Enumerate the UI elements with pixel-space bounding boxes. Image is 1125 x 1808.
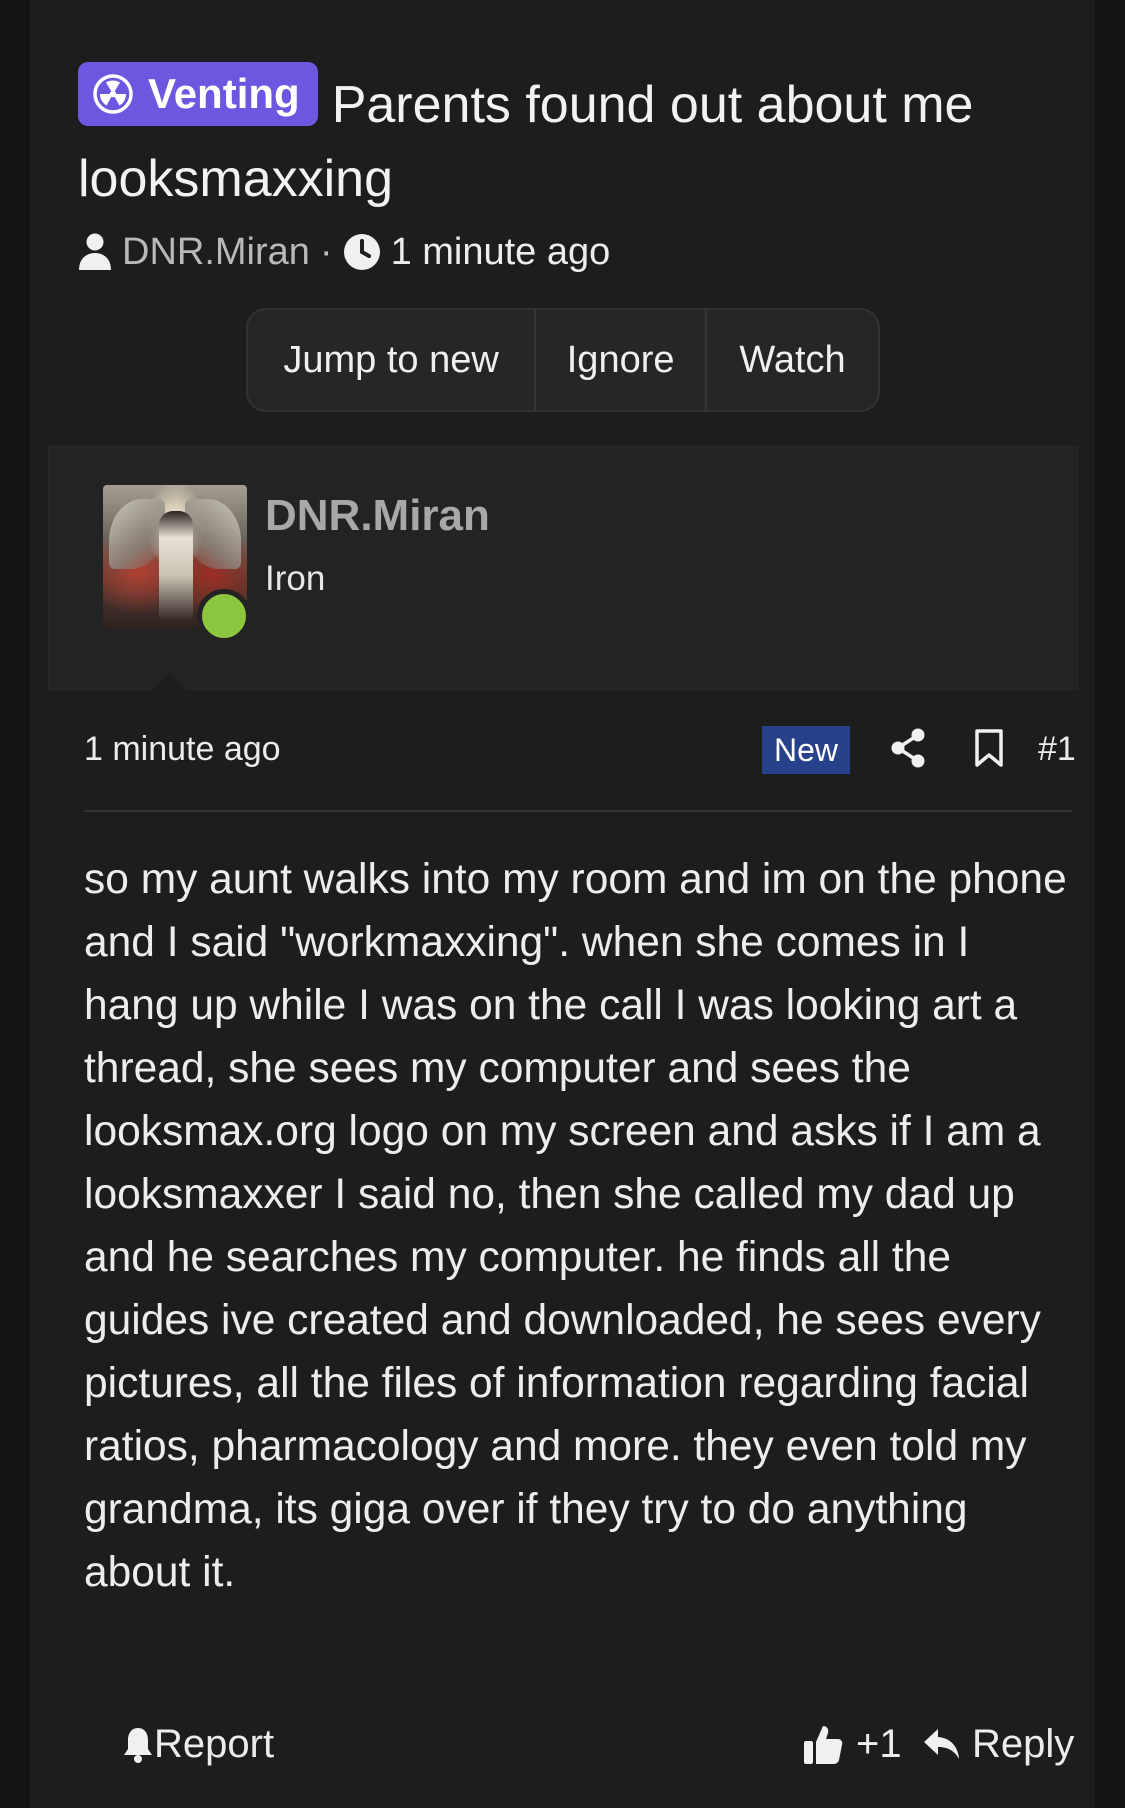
post-footer: Report +1 Reply xyxy=(84,1716,1074,1772)
radiation-icon xyxy=(93,74,133,114)
avatar-art xyxy=(159,511,193,619)
prefix-label: Venting xyxy=(148,70,300,117)
header-pointer xyxy=(141,673,197,701)
bell-icon xyxy=(124,1728,152,1763)
post-time[interactable]: 1 minute ago xyxy=(84,730,281,769)
post-username[interactable]: DNR.Miran xyxy=(265,491,490,541)
thread-author[interactable]: DNR.Miran xyxy=(122,231,310,274)
reply-icon xyxy=(924,1729,959,1759)
new-badge: New xyxy=(762,726,850,774)
post-user-header: DNR.Miran Iron xyxy=(48,446,1078,701)
thread-action-bar: Jump to new Ignore Watch xyxy=(246,308,880,412)
post-number[interactable]: #1 xyxy=(1038,730,1076,769)
report-link[interactable]: Report xyxy=(122,1716,274,1772)
prefix-badge[interactable]: Venting xyxy=(78,62,318,126)
bookmark-icon[interactable] xyxy=(974,728,1004,768)
meta-separator: · xyxy=(319,230,333,273)
user-title: Iron xyxy=(265,559,326,598)
thread-title-area: Venting Parents found out about me looks… xyxy=(78,62,1058,216)
reply-label: Reply xyxy=(972,1721,1075,1766)
online-status-indicator xyxy=(197,589,251,643)
share-icon[interactable] xyxy=(890,728,926,768)
reply-button[interactable]: Reply xyxy=(922,1716,1074,1772)
avatar-art xyxy=(109,499,165,569)
post-meta: 1 minute ago New #1 xyxy=(84,722,1076,778)
jump-to-new-button[interactable]: Jump to new xyxy=(248,310,537,410)
thumbs-up-icon xyxy=(804,1726,843,1764)
avatar-art xyxy=(185,499,241,569)
user-icon xyxy=(79,233,111,270)
divider xyxy=(84,810,1072,812)
ignore-button[interactable]: Ignore xyxy=(536,310,708,410)
thread-meta: DNR.Miran · 1 minute ago xyxy=(78,226,610,278)
post-body: so my aunt walks into my room and im on … xyxy=(84,856,1067,1596)
page: Venting Parents found out about me looks… xyxy=(30,0,1095,1808)
watch-button[interactable]: Watch xyxy=(707,310,878,410)
like-button[interactable]: +1 xyxy=(802,1716,902,1772)
thread-time: 1 minute ago xyxy=(390,230,611,273)
report-label: Report xyxy=(154,1721,275,1766)
like-label: +1 xyxy=(856,1721,902,1766)
clock-icon xyxy=(343,234,380,270)
